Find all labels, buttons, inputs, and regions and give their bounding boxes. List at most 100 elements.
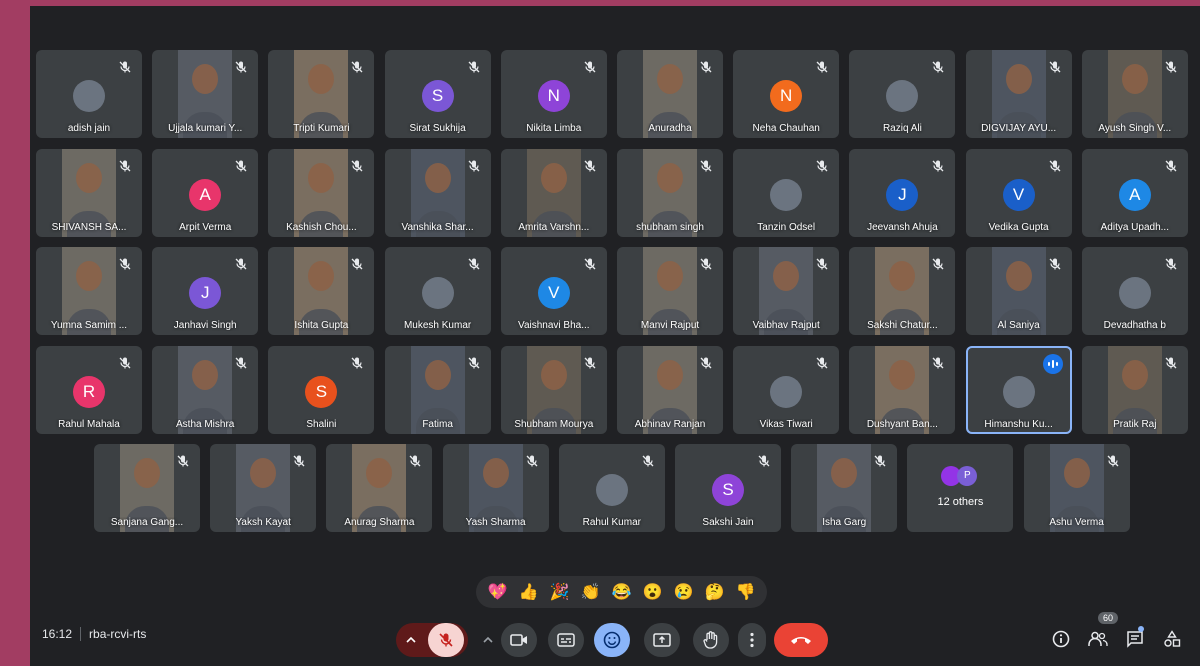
participant-tile[interactable]: shubham singh [617,148,723,237]
participant-tile[interactable]: Yaksh Kayat [210,444,317,532]
participant-tile[interactable]: Vanshika Shar... [384,148,491,237]
participant-tile[interactable]: A Aditya Upadh... [1081,148,1188,237]
participant-tile[interactable]: V Vaishnavi Bha... [500,247,607,335]
reaction-button[interactable]: 💖 [484,579,511,606]
participant-avatar: N [537,80,570,112]
participant-count-badge: 60 [1098,612,1119,624]
reaction-button[interactable]: 👏 [577,579,604,606]
participant-tile[interactable]: P 12 others [907,444,1014,532]
participant-tile[interactable]: Ujjala kumari Y... [152,50,259,138]
mic-off-icon [234,60,248,74]
mic-off-icon [699,159,713,173]
mic-off-icon [467,60,481,74]
participant-photo-avatar [1118,277,1151,309]
present-icon [653,633,671,647]
raise-hand-button[interactable] [693,623,729,657]
participant-tile[interactable]: Sakshi Chatur... [849,247,956,335]
mic-off-icon [815,356,829,370]
mic-off-icon [1048,60,1062,74]
participant-tile[interactable]: Abhinav Ranjan [617,345,723,434]
participant-tile[interactable]: S Sirat Sukhija [384,50,491,138]
more-options-button[interactable] [738,623,766,657]
meeting-details: 16:12 rba-rcvi-rts [42,627,146,641]
present-button[interactable] [644,623,680,657]
meet-window: adish jain Ujjala kumari Y... Tripti Kumar… [30,6,1200,666]
mic-options-button[interactable] [396,623,426,657]
camera-options-button[interactable] [476,623,500,657]
participant-tile[interactable]: V Vedika Gupta [965,148,1072,237]
reaction-button[interactable]: 😂 [608,579,635,606]
participant-tile[interactable]: Vaibhav Rajput [733,247,840,335]
participant-name: Anurag Sharma [344,517,415,528]
participant-tile[interactable]: Pratik Raj [1081,345,1188,434]
reaction-button[interactable]: 😮 [639,579,666,606]
leave-call-button[interactable] [774,623,828,657]
reaction-button[interactable]: 👍 [515,579,542,606]
participant-avatar: R [73,375,105,408]
participant-tile[interactable]: Al Saniya [965,247,1072,335]
participant-tile[interactable]: SHIVANSH SA... [36,148,142,237]
participant-name: SHIVANSH SA... [51,221,127,233]
meeting-info-button[interactable] [1049,627,1073,651]
mic-toggle-button[interactable] [428,623,464,657]
mic-off-icon [350,356,364,370]
reaction-button[interactable]: 🎉 [546,579,573,606]
clock: 16:12 [42,627,73,641]
captions-button[interactable] [548,623,584,657]
person-head [192,64,219,94]
participant-tile[interactable]: Vikas Tiwari [733,345,840,434]
participant-tile[interactable]: Kashish Chou... [268,148,375,237]
mic-off-icon [699,60,713,74]
participant-name: Ayush Singh V... [1098,123,1172,134]
participant-tile[interactable]: Anurag Sharma [326,444,433,532]
participant-tile[interactable]: Fatima [384,345,491,434]
participant-tile[interactable]: Anuradha [617,50,723,138]
person-head [192,359,219,390]
mic-off-icon [1164,60,1178,74]
participant-tile[interactable]: Raziq Ali [849,50,956,138]
participant-tile[interactable]: Yumna Samim ... [36,247,142,335]
participant-tile[interactable]: DIGVIJAY AYU... [965,50,1072,138]
participant-tile[interactable]: J Janhavi Singh [152,247,259,335]
mic-off-icon [699,257,713,271]
raise-hand-icon [703,631,718,649]
people-button[interactable] [1086,627,1110,651]
participant-tile[interactable]: S Shalini [268,345,375,434]
bottom-toolbar: 16:12 rba-rcvi-rts 60 [30,612,1200,666]
person-head [831,458,858,488]
info-icon [1052,630,1070,648]
participant-tile[interactable]: Dushyant Ban... [849,345,956,434]
activities-button[interactable] [1160,627,1184,651]
mic-off-icon [234,257,248,271]
participant-tile[interactable]: A Arpit Verma [152,148,259,237]
participant-tile[interactable]: Isha Garg [791,444,898,532]
reaction-button[interactable]: 👎 [732,579,759,606]
reactions-button[interactable] [594,623,630,657]
reaction-button[interactable]: 🤔 [701,579,728,606]
participant-tile[interactable]: Ayush Singh V... [1081,50,1188,138]
participant-tile[interactable]: Rahul Kumar [558,444,665,532]
participant-tile[interactable]: adish jain [36,50,142,138]
participant-tile[interactable]: N Neha Chauhan [733,50,840,138]
participant-tile[interactable]: Amrita Varshn... [500,148,607,237]
person-head [657,64,683,94]
reaction-button[interactable]: 😢 [670,579,697,606]
participant-tile[interactable]: Astha Mishra [152,345,259,434]
participant-tile[interactable]: Ashu Verma [1023,444,1130,532]
participant-tile[interactable]: N Nikita Limba [500,50,607,138]
participant-tile[interactable]: S Sakshi Jain [675,444,781,532]
participant-tile[interactable]: Devadhatha b [1081,247,1188,335]
participant-tile[interactable]: R Rahul Mahala [36,345,142,434]
participant-tile[interactable]: Sanjana Gang... [94,444,200,532]
camera-toggle-button[interactable] [501,623,537,657]
participant-tile[interactable]: Tanzin Odsel [733,148,840,237]
participant-name: Vikas Tiwari [759,418,813,430]
participant-tile[interactable]: Manvi Rajput [617,247,723,335]
participant-tile[interactable]: Himanshu Ku... [965,345,1072,434]
participant-tile[interactable]: Shubham Mourya [500,345,607,434]
participant-tile[interactable]: J Jeevansh Ahuja [849,148,956,237]
participant-tile[interactable]: Tripti Kumari [268,50,375,138]
participant-tile[interactable]: Yash Sharma [442,444,549,532]
participant-tile[interactable]: Ishita Gupta [268,247,375,335]
participant-tile[interactable]: Mukesh Kumar [384,247,491,335]
